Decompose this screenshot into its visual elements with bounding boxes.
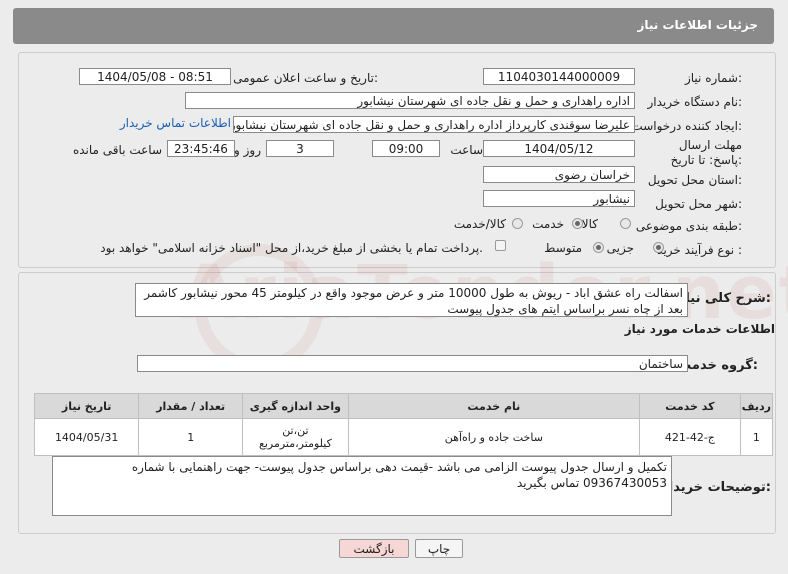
need-number-field[interactable]: 1104030144000009: [483, 68, 635, 85]
service-group-field[interactable]: ساختمان: [137, 355, 688, 372]
process-label: نوع فرآیند خرید :: [657, 243, 742, 257]
page-title: جزئیات اطلاعات نیاز: [637, 18, 758, 32]
days-field[interactable]: 3: [266, 140, 334, 157]
col-qty: تعداد / مقدار: [138, 393, 244, 419]
description-label: شرح کلی نیاز:: [677, 291, 771, 306]
process-medium-label: متوسط: [544, 241, 582, 255]
table-row[interactable]: 1 ج-42-421 ساخت جاده و راه‌آهن تن،تن کیلو…: [33, 418, 774, 456]
row-unit-line2: کیلومتر،مترمربع: [258, 437, 332, 450]
buyer-org-label: نام دستگاه خریدار:: [647, 95, 743, 109]
treasury-payment-note: پرداخت تمام یا بخشی از مبلغ خرید،از محل …: [100, 241, 483, 255]
buyer-notes-textarea[interactable]: تکمیل و ارسال جدول پیوست الزامی می باشد …: [52, 456, 672, 516]
row-unit-line1: تن،تن: [282, 424, 309, 437]
table-header-row: ردیف کد خدمت نام خدمت واحد اندازه گیری ت…: [33, 393, 774, 419]
remaining-label: ساعت باقی مانده: [72, 143, 162, 157]
category-goods-label: کالا: [581, 217, 598, 231]
remaining-time-field[interactable]: 23:45:46: [167, 140, 235, 157]
service-group-label: گروه خدمت:: [678, 358, 758, 373]
col-date: تاریخ نیاز: [33, 393, 140, 419]
deadline-time-field[interactable]: 09:00: [372, 140, 440, 157]
category-label: طبقه بندی موضوعی:: [635, 219, 742, 233]
category-goods-radio[interactable]: [620, 218, 631, 229]
creator-field[interactable]: علیرضا سوقندی کارپرداز اداره راهداری و ح…: [233, 116, 635, 133]
category-service-radio[interactable]: [572, 218, 583, 229]
province-label: استان محل تحویل:: [647, 173, 742, 187]
row-date: 1404/05/31: [33, 418, 140, 456]
row-index: 1: [739, 418, 774, 456]
row-code: ج-42-421: [638, 418, 741, 456]
row-unit: تن،تن کیلومتر،مترمربع: [242, 418, 349, 456]
city-field[interactable]: نیشابور: [483, 190, 635, 207]
services-table: ردیف کد خدمت نام خدمت واحد اندازه گیری ت…: [33, 393, 774, 456]
page-header: جزئیات اطلاعات نیاز: [13, 8, 774, 44]
col-code: کد خدمت: [638, 393, 741, 419]
row-name: ساخت جاده و راه‌آهن: [347, 418, 640, 456]
creator-label: ایجاد کننده درخواست:: [631, 119, 742, 133]
row-qty: 1: [138, 418, 244, 456]
announce-datetime-field[interactable]: 1404/05/08 - 08:51: [79, 68, 231, 85]
deadline-label: مهلت ارسال پاسخ: تا تاریخ:: [670, 138, 742, 167]
process-small-radio[interactable]: [653, 242, 664, 253]
days-label: روز و: [234, 143, 261, 157]
buyer-org-field[interactable]: اداره راهداری و حمل و نقل جاده ای شهرستا…: [185, 92, 635, 109]
description-textarea[interactable]: اسفالت راه عشق اباد - ریوش به طول 10000 …: [135, 283, 688, 317]
process-small-label: جزیی: [606, 241, 634, 255]
announce-label: تاریخ و ساعت اعلان عمومی:: [233, 71, 378, 85]
services-section-title: اطلاعات خدمات مورد نیاز: [624, 322, 775, 336]
back-button[interactable]: بازگشت: [339, 539, 409, 558]
deadline-date-field[interactable]: 1404/05/12: [483, 140, 635, 157]
need-number-label: شماره نیاز:: [684, 71, 742, 85]
print-button[interactable]: چاپ: [415, 539, 463, 558]
col-name: نام خدمت: [347, 393, 640, 419]
col-index: ردیف: [739, 393, 774, 419]
treasury-payment-checkbox[interactable]: [495, 240, 506, 251]
buyer-contact-link[interactable]: اطلاعات تماس خریدار: [120, 116, 231, 130]
province-field[interactable]: خراسان رضوی: [483, 166, 635, 183]
deadline-time-label: ساعت: [450, 143, 483, 157]
process-medium-radio[interactable]: [593, 242, 604, 253]
col-unit: واحد اندازه گیری: [242, 393, 349, 419]
category-both-label: کالا/خدمت: [453, 217, 506, 231]
category-both-radio[interactable]: [512, 218, 523, 229]
city-label: شهر محل تحویل:: [655, 197, 742, 211]
category-service-label: خدمت: [532, 217, 564, 231]
buyer-notes-label: توضیحات خریدار:: [661, 480, 771, 495]
